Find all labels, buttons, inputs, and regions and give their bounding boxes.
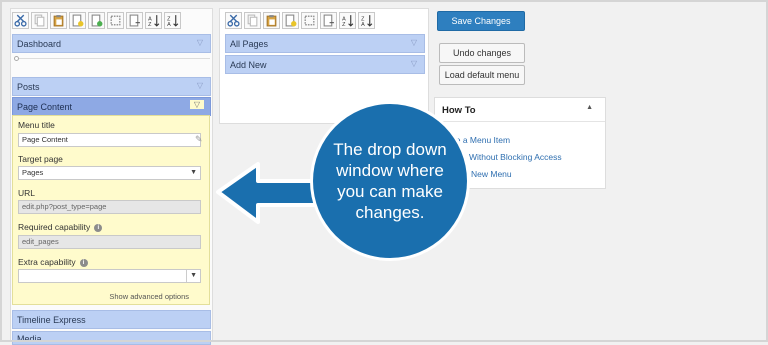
callout-bubble: The drop down window where you can make … xyxy=(313,104,467,258)
callout-text: The drop down window where you can make … xyxy=(333,140,447,222)
